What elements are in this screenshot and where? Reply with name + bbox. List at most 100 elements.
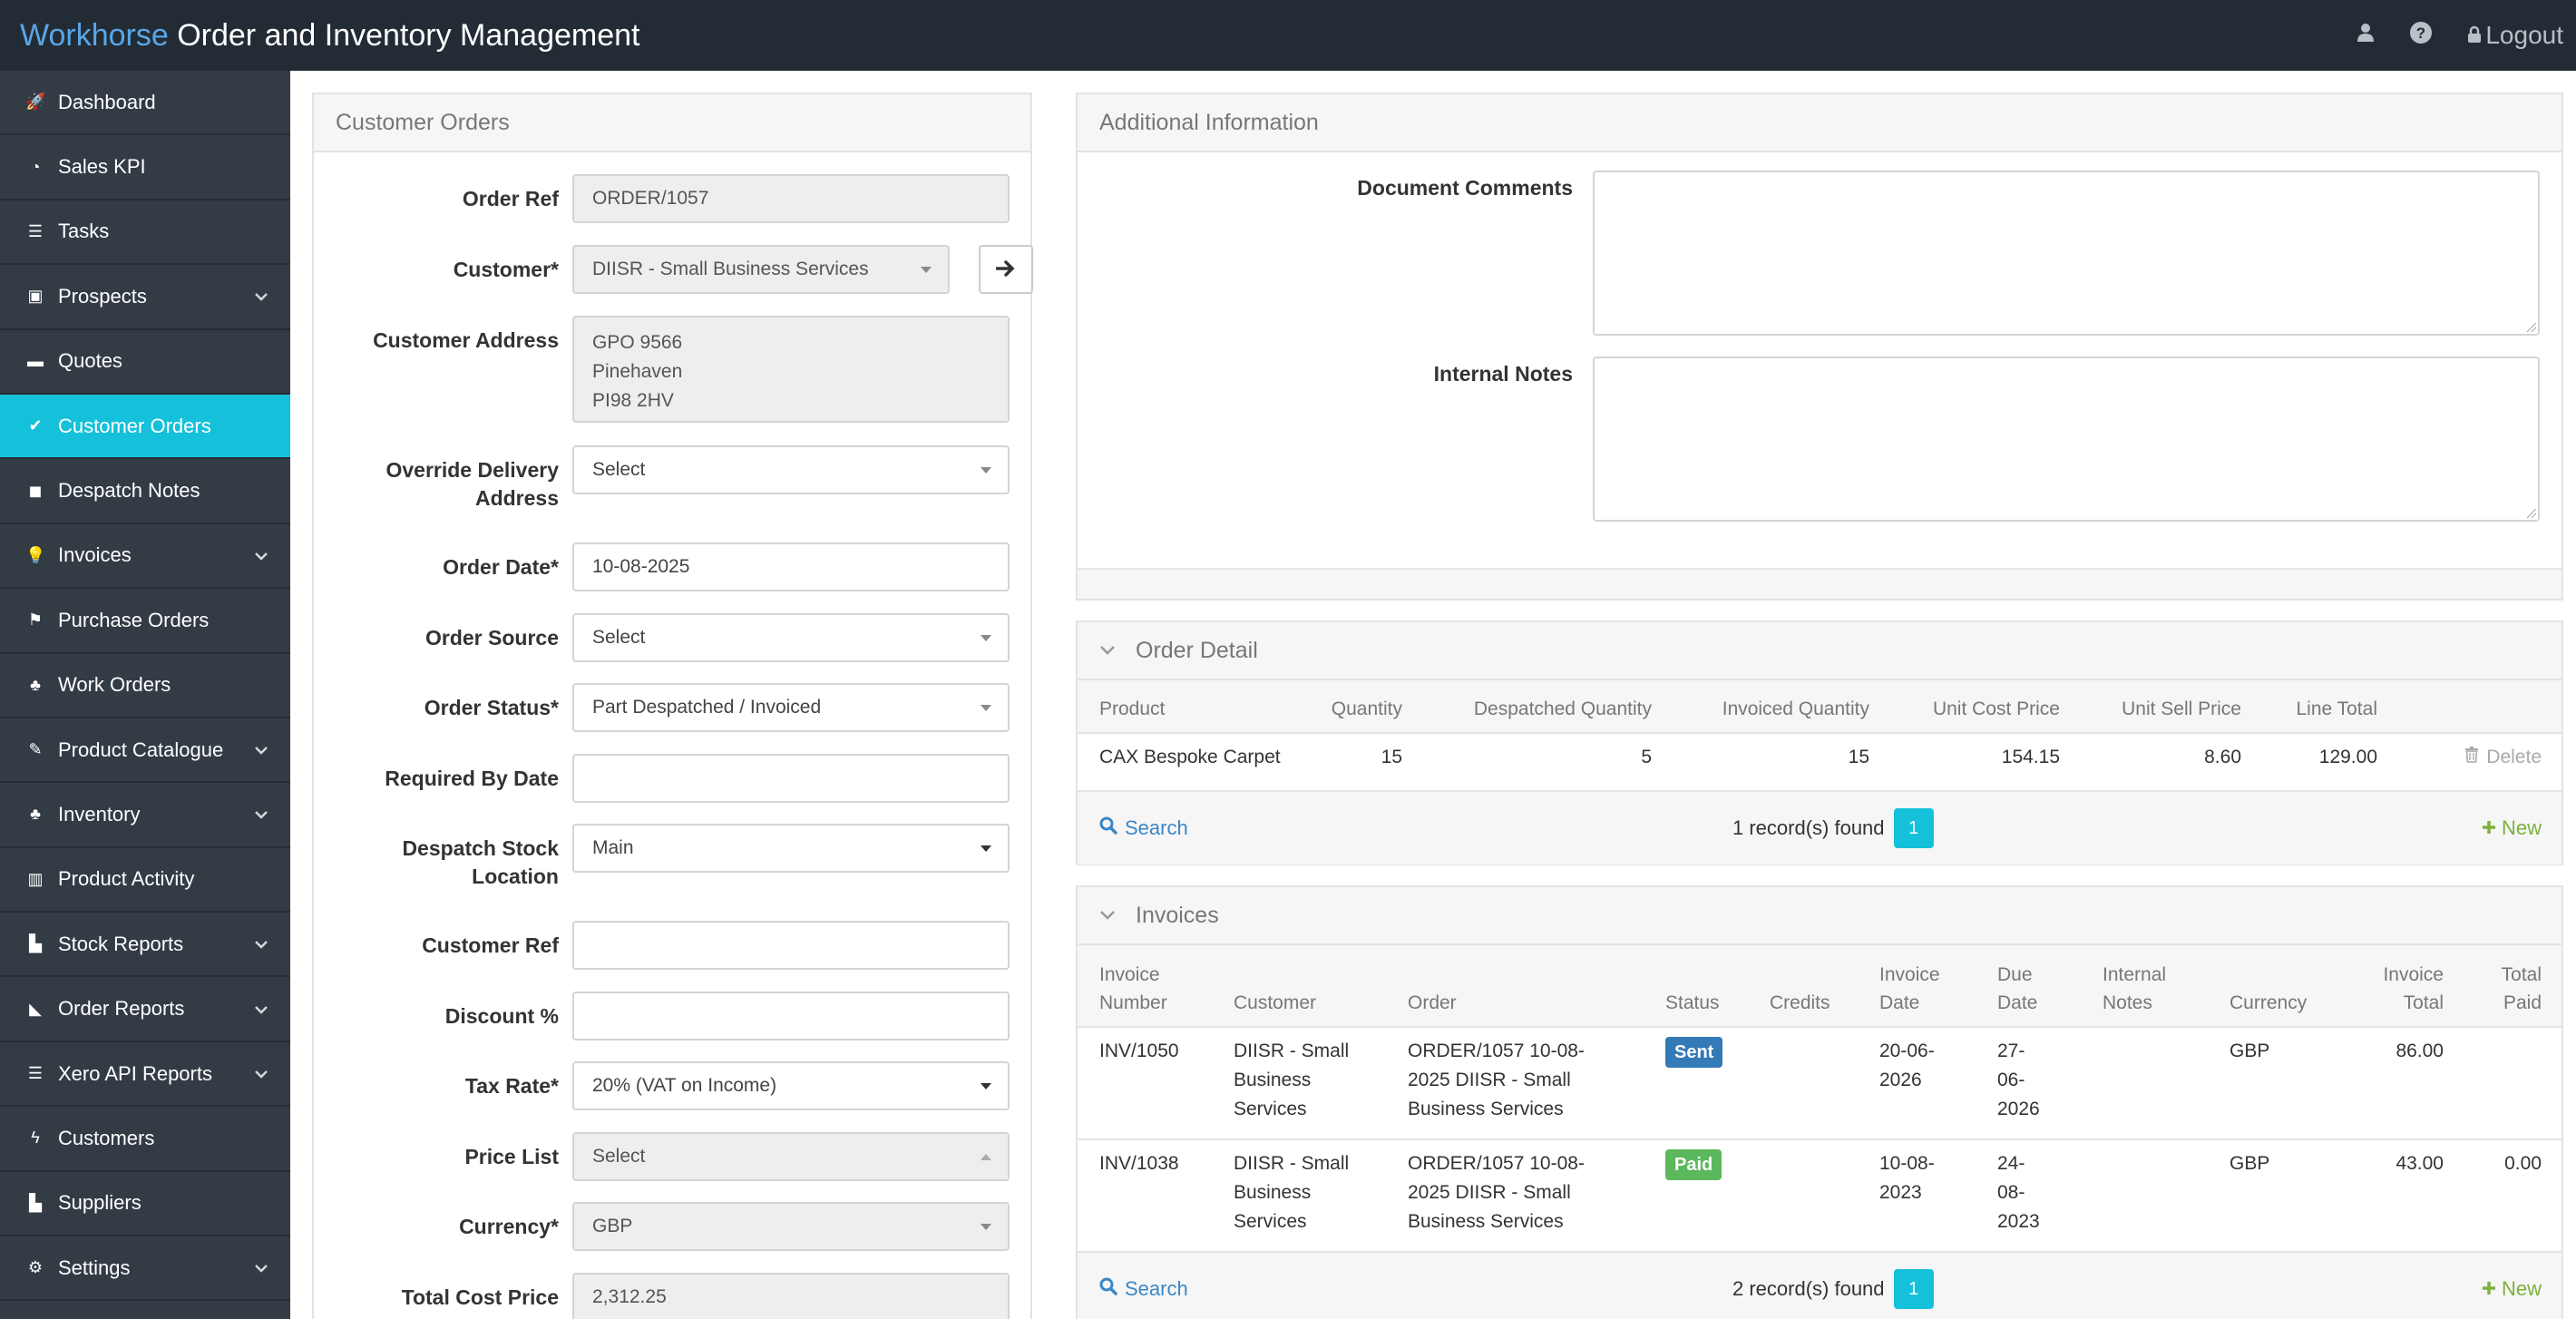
order-detail-panel: Order Detail Product Quantity Despatched… xyxy=(1076,620,2563,865)
sidebar-item-purchase-orders[interactable]: ⚑ Purchase Orders xyxy=(0,589,290,654)
sidebar-item-stock-reports[interactable]: ▙ Stock Reports xyxy=(0,913,290,978)
col-currency[interactable]: Currency xyxy=(2219,945,2337,1027)
go-to-customer-button[interactable] xyxy=(979,245,1033,294)
search-link[interactable]: Search xyxy=(1099,1277,1188,1301)
order-source-select[interactable]: Select xyxy=(572,613,1010,662)
sidebar-item-label: Product Activity xyxy=(58,867,195,891)
cell-credits xyxy=(1759,1027,1869,1139)
col-customer[interactable]: Customer xyxy=(1223,945,1397,1027)
table-row[interactable]: INV/1038 DIISR - Small Business Services ORD… xyxy=(1078,1139,2561,1252)
sidebar-item-label: Inventory xyxy=(58,802,141,826)
sidebar-item-dashboard[interactable]: 🚀 Dashboard xyxy=(0,71,290,136)
page-button[interactable]: 1 xyxy=(1893,808,1934,848)
col-despatched[interactable]: Despatched Quantity xyxy=(1413,680,1663,733)
required-by-field[interactable] xyxy=(572,754,1010,803)
customer-address-field[interactable]: GPO 9566 Pinehaven PI98 2HV xyxy=(572,316,1010,423)
sidebar-item-customer-orders[interactable]: ✔ Customer Orders xyxy=(0,394,290,460)
chevron-down-icon[interactable] xyxy=(1099,640,1116,661)
order-ref-field[interactable]: ORDER/1057 xyxy=(572,174,1010,223)
col-invoice-total[interactable]: Invoice Total xyxy=(2337,945,2454,1027)
cell-total-paid: 0.00 xyxy=(2504,1153,2542,1174)
col-invoiced[interactable]: Invoiced Quantity xyxy=(1663,680,1880,733)
order-detail-header[interactable]: Order Detail xyxy=(1078,622,2561,680)
override-delivery-select[interactable]: Select xyxy=(572,445,1010,494)
app-title[interactable]: Workhorse Order and Inventory Management xyxy=(20,18,640,54)
col-unit-sell[interactable]: Unit Sell Price xyxy=(2071,680,2252,733)
order-status-select[interactable]: Part Despatched / Invoiced xyxy=(572,683,1010,732)
user-icon[interactable] xyxy=(2356,23,2375,49)
sidebar-item-label: Suppliers xyxy=(58,1191,141,1215)
sidebar-item-label: Work Orders xyxy=(58,673,171,697)
col-status[interactable]: Status xyxy=(1654,945,1759,1027)
col-due-date[interactable]: Due Date xyxy=(1986,945,2092,1027)
customer-select[interactable]: DIISR - Small Business Services xyxy=(572,245,950,294)
cell-invoice-number[interactable]: INV/1050 xyxy=(1078,1027,1223,1139)
panel-title: Invoices xyxy=(1136,902,1219,928)
delete-button[interactable]: Delete xyxy=(2399,743,2542,772)
cell-order: ORDER/1057 10-08- 2025 DIISR - Small Busin… xyxy=(1408,1153,1585,1232)
order-date-label: Order Date* xyxy=(443,555,559,579)
logout-link[interactable]: Logout xyxy=(2467,21,2563,50)
chevron-down-icon xyxy=(254,805,268,824)
sidebar-item-product-catalogue[interactable]: ✎ Product Catalogue xyxy=(0,718,290,784)
customer-ref-field[interactable] xyxy=(572,921,1010,970)
table-row[interactable]: INV/1050 DIISR - Small Business Services ORD… xyxy=(1078,1027,2561,1139)
col-line-total[interactable]: Line Total xyxy=(2252,680,2388,733)
bar-chart-icon: ▙ xyxy=(29,934,42,953)
internal-notes-field[interactable] xyxy=(1593,357,2540,522)
sidebar-item-product-activity[interactable]: ▥ Product Activity xyxy=(0,848,290,914)
col-credits[interactable]: Credits xyxy=(1759,945,1869,1027)
sidebar-item-quotes[interactable]: ▬ Quotes xyxy=(0,330,290,395)
sidebar-item-sales-kpi[interactable]: ◔ Sales KPI xyxy=(0,135,290,200)
address-line: GPO 9566 xyxy=(592,332,683,353)
sidebar-item-customers[interactable]: ϟ Customers xyxy=(0,1107,290,1172)
sidebar-item-invoices[interactable]: 💡 Invoices xyxy=(0,524,290,590)
search-link[interactable]: Search xyxy=(1099,816,1188,840)
col-product[interactable]: Product xyxy=(1078,680,1304,733)
document-comments-field[interactable] xyxy=(1593,171,2540,336)
tax-rate-select[interactable]: 20% (VAT on Income) xyxy=(572,1061,1010,1110)
sidebar-item-tasks[interactable]: ☰ Tasks xyxy=(0,200,290,266)
price-list-select[interactable]: Select xyxy=(572,1132,1010,1181)
chevron-down-icon xyxy=(254,1064,268,1083)
despatch-stock-select[interactable]: Main xyxy=(572,824,1010,873)
col-quantity[interactable]: Quantity xyxy=(1304,680,1413,733)
col-total-paid[interactable]: Total Paid xyxy=(2454,945,2561,1027)
chevron-down-icon xyxy=(254,1000,268,1019)
order-date-field[interactable]: 10-08-2025 xyxy=(572,542,1010,591)
sidebar-item-work-orders[interactable]: ♣ Work Orders xyxy=(0,654,290,718)
table-row[interactable]: CAX Bespoke Carpet 15 5 15 154.15 8.60 1… xyxy=(1078,733,2561,791)
new-button[interactable]: New xyxy=(2482,816,2542,840)
address-line: Pinehaven xyxy=(592,361,683,382)
new-button[interactable]: New xyxy=(2482,1277,2542,1301)
sidebar-item-suppliers[interactable]: ▙ Suppliers xyxy=(0,1172,290,1237)
pie-chart-icon: ◔ xyxy=(30,157,41,176)
leaf-icon: ✎ xyxy=(28,740,43,759)
tax-rate-value: 20% (VAT on Income) xyxy=(592,1075,777,1096)
total-cost-field[interactable]: 2,312.25 xyxy=(572,1273,1010,1319)
currency-select[interactable]: GBP xyxy=(572,1202,1010,1251)
currency-label: Currency* xyxy=(459,1215,559,1238)
help-icon[interactable]: ? xyxy=(2409,21,2433,51)
sidebar-item-order-reports[interactable]: ◣ Order Reports xyxy=(0,977,290,1042)
panel-title: Customer Orders xyxy=(314,94,1030,152)
sidebar-item-prospects[interactable]: ▣ Prospects xyxy=(0,265,290,330)
col-invoice-number[interactable]: Invoice Number xyxy=(1078,945,1223,1027)
sidebar-item-label: Order Reports xyxy=(58,997,185,1021)
col-internal-notes[interactable]: Internal Notes xyxy=(2092,945,2219,1027)
sidebar-item-label: Prospects xyxy=(58,284,147,308)
chevron-down-icon[interactable] xyxy=(1099,905,1116,926)
sidebar-item-despatch-notes[interactable]: ◼ Despatch Notes xyxy=(0,459,290,524)
order-status-label: Order Status* xyxy=(424,696,559,719)
internal-notes-label: Internal Notes xyxy=(1433,362,1573,386)
cell-invoice-number[interactable]: INV/1038 xyxy=(1078,1139,1223,1252)
sidebar-item-settings[interactable]: ⚙ Settings xyxy=(0,1236,290,1302)
invoices-header[interactable]: Invoices xyxy=(1078,887,2561,945)
sidebar-item-inventory[interactable]: ♣ Inventory xyxy=(0,783,290,848)
col-order[interactable]: Order xyxy=(1397,945,1654,1027)
col-invoice-date[interactable]: Invoice Date xyxy=(1869,945,1986,1027)
page-button[interactable]: 1 xyxy=(1893,1269,1934,1309)
sidebar-item-xero-api-reports[interactable]: ☰ Xero API Reports xyxy=(0,1042,290,1108)
col-unit-cost[interactable]: Unit Cost Price xyxy=(1880,680,2071,733)
discount-field[interactable] xyxy=(572,992,1010,1041)
